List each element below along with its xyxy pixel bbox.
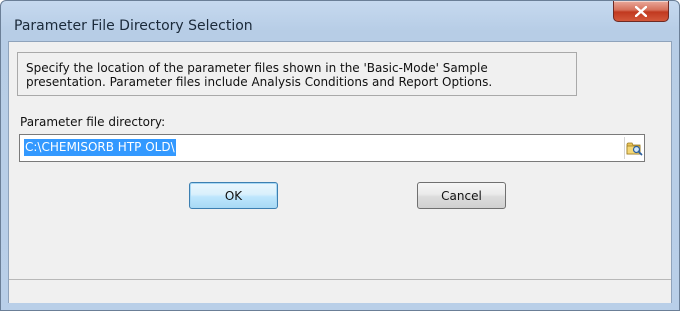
dialog-client-area: Specify the location of the parameter fi… (8, 41, 672, 303)
window-title: Parameter File Directory Selection (14, 18, 253, 34)
description-box: Specify the location of the parameter fi… (17, 52, 577, 96)
description-line-2: presentation. Parameter files include An… (26, 75, 493, 89)
directory-input[interactable]: C:\CHEMISORB HTP OLD\ (19, 134, 645, 162)
directory-label: Parameter file directory: (20, 115, 166, 129)
dialog-window: Parameter File Directory Selection Speci… (0, 0, 680, 311)
status-bar (9, 279, 671, 303)
title-bar[interactable]: Parameter File Directory Selection (1, 1, 679, 41)
folder-browse-icon (626, 142, 642, 156)
description-line-1: Specify the location of the parameter fi… (26, 61, 488, 75)
cancel-button[interactable]: Cancel (417, 182, 506, 209)
directory-input-value[interactable]: C:\CHEMISORB HTP OLD\ (24, 139, 176, 156)
browse-button[interactable] (624, 137, 643, 159)
close-button[interactable] (613, 1, 669, 22)
ok-button[interactable]: OK (189, 182, 278, 209)
close-icon (635, 5, 647, 17)
